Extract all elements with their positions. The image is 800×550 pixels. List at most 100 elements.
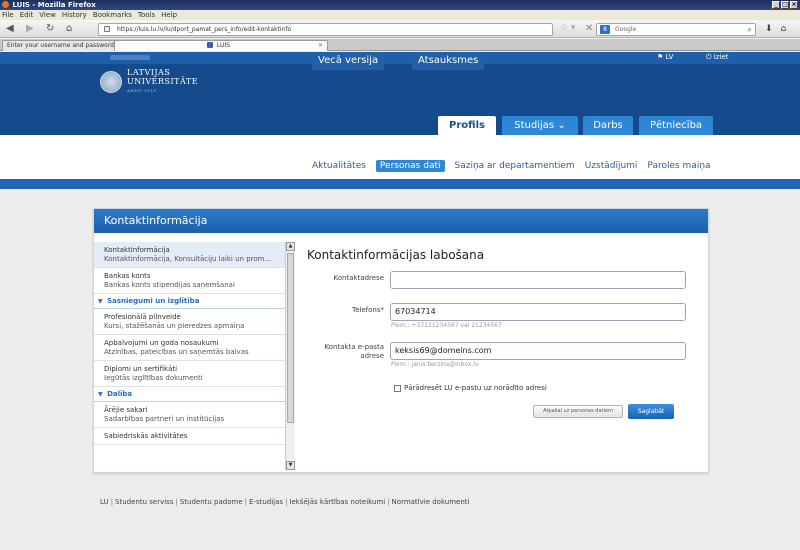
logo-text: LATVIJAS UNIVERSITĀTE ANNO 1919 (127, 68, 198, 95)
download-icon[interactable]: ⬇ (765, 24, 773, 34)
sidebar-item-title: Apbalvojumi un goda nosaukumi (104, 339, 219, 347)
email-field[interactable]: keksis69@domeins.com (390, 342, 686, 360)
sidebar-item-title: Profesionālā pilnveide (104, 313, 181, 321)
sidebar-item-sabiedriskas-aktivitates[interactable]: Sabiedriskās aktivitātes (94, 428, 294, 445)
language-label: LV (665, 53, 674, 61)
url-bar[interactable]: https://luis.lu.lv/lu/dport_pamat_pers_i… (98, 23, 553, 36)
sidebar-item-title: Diplomi un sertifikāti (104, 365, 178, 373)
back-arrow-icon[interactable]: ◀ (6, 23, 14, 34)
university-seal-icon (100, 70, 122, 93)
contact-panel: Kontaktinformācija Kontaktinformācija Ko… (93, 208, 709, 473)
menu-history[interactable]: History (62, 10, 87, 20)
footer-link-normativie[interactable]: Normatīvie dokumenti (392, 498, 470, 506)
close-window-button[interactable]: × (790, 1, 798, 9)
footer-link-e-studijas[interactable]: E-studijas (249, 498, 283, 506)
browser-tab-luis[interactable]: LUIS × (114, 40, 328, 51)
email-label-line2: adrese (360, 352, 384, 360)
subnav-personas-dati[interactable]: Personas dati (375, 160, 445, 172)
navigation-toolbar: ◀ ▶ ↻ ⌂ https://luis.lu.lv/lu/dport_pama… (0, 20, 800, 38)
logo-line2: UNIVERSITĀTE (127, 77, 199, 86)
firefox-icon (2, 1, 9, 8)
sidebar-item-subtitle: Bankas konts stipendijas saņemšanai (104, 281, 235, 289)
sidebar-item-bankas-konts[interactable]: Bankas konts Bankas konts stipendijas sa… (94, 268, 294, 294)
menu-edit[interactable]: Edit (20, 10, 34, 20)
email-hint: Piem.: janis.berzins@inbox.lv (391, 361, 479, 368)
stop-icon[interactable]: ✕ (585, 23, 593, 34)
bookmark-star-icon[interactable]: ☆ ▾ (560, 23, 575, 33)
tab-studijas-label: Studijas (514, 120, 555, 131)
email-label-line1: Kontakta e-pasta (324, 343, 384, 351)
sidebar-item-subtitle: Atzinības, pateicības un saņemtās balvas (104, 348, 249, 356)
tab-petnieciba[interactable]: Pētniecība (639, 116, 713, 135)
maximize-button[interactable]: □ (781, 1, 789, 9)
sidebar-item-subtitle: Sadarbības partneri un institūcijas (104, 415, 225, 423)
sidebar-item-subtitle: Kursi, stažēšanās un pieredzes apmaiņa (104, 322, 245, 330)
scroll-up-icon[interactable]: ▲ (286, 242, 295, 251)
old-version-link[interactable]: Vecā versija (312, 52, 385, 70)
favicon-icon (207, 42, 213, 48)
sidebar-item-apbalvojumi[interactable]: Apbalvojumi un goda nosaukumi Atzinības,… (94, 335, 294, 361)
menu-help[interactable]: Help (161, 10, 177, 20)
sidebar-section-sasniegumi[interactable]: ▼ Sasniegumi un izglītība (94, 294, 294, 309)
footer-links: LU | Studentu serviss | Studentu padome | E… (100, 498, 470, 506)
search-placeholder: Google (615, 26, 637, 33)
feedback-link[interactable]: Atsauksmes (412, 52, 485, 70)
sidebar-item-kontaktinformacija[interactable]: Kontaktinformācija Kontaktinformācija, K… (94, 242, 294, 268)
menu-file[interactable]: File (2, 10, 14, 20)
sidebar-scrollbar[interactable]: ▲ ▼ (285, 242, 295, 470)
sidebar-item-subtitle: Kontaktinformācija, Konsultāciju laiki u… (104, 255, 272, 263)
logo-year: ANNO 1919 (127, 88, 157, 93)
panel-sidebar: Kontaktinformācija Kontaktinformācija, K… (94, 242, 294, 470)
menu-bookmarks[interactable]: Bookmarks (93, 10, 132, 20)
home-icon[interactable]: ⌂ (66, 23, 72, 34)
forward-email-option[interactable]: Pārādresēt LU e-pastu uz norādīto adresi (394, 384, 547, 392)
scroll-thumb[interactable] (287, 253, 294, 423)
menu-tools[interactable]: Tools (138, 10, 155, 20)
menu-view[interactable]: View (39, 10, 56, 20)
window-titlebar: LUIS - Mozilla Firefox _ □ × (0, 0, 800, 10)
logo-line1: LATVIJAS (127, 68, 171, 77)
logout-button[interactable]: ⏻ Iziet (706, 53, 729, 62)
subnav-paroles-maina[interactable]: Paroles maiņa (647, 161, 710, 172)
search-bar[interactable]: 8 Google ⌕ (596, 23, 756, 36)
email-label: Kontakta e-pasta adrese (299, 343, 384, 361)
power-icon: ⏻ (706, 53, 712, 61)
language-selector[interactable]: ⚑ LV (657, 53, 673, 61)
subnav-aktualitates[interactable]: Aktualitātes (312, 161, 366, 172)
footer-link-studentu-padome[interactable]: Studentu padome (180, 498, 243, 506)
sidebar-item-profesionala-pilnveide[interactable]: Profesionālā pilnveide Kursi, stažēšanās… (94, 309, 294, 335)
search-icon[interactable]: ⌕ (748, 24, 752, 35)
triangle-down-icon: ▼ (98, 298, 103, 305)
subnav-sazina[interactable]: Saziņa ar departamentiem (455, 161, 575, 172)
lock-icon (104, 26, 110, 32)
google-icon: 8 (600, 25, 610, 34)
sidebar-section-daliba[interactable]: ▼ Dalība (94, 387, 294, 402)
sub-navigation: Aktualitātes Personas dati Saziņa ar dep… (0, 135, 800, 179)
sidebar-item-arejie-sakari[interactable]: Ārējie sakari Sadarbības partneri un ins… (94, 402, 294, 428)
tab-studijas[interactable]: Studijas ⌄ (502, 116, 578, 135)
footer-link-studentu-serviss[interactable]: Studentu serviss (115, 498, 173, 506)
university-logo[interactable]: LATVIJAS UNIVERSITĀTE ANNO 1919 (100, 68, 198, 95)
phone-field[interactable]: 67034714 (390, 303, 686, 321)
forward-arrow-icon[interactable]: ▶ (26, 23, 34, 34)
window-title: LUIS - Mozilla Firefox (12, 1, 96, 9)
sidebar-item-diplomi[interactable]: Diplomi un sertifikāti Iegūtās izglītība… (94, 361, 294, 387)
subnav-uzstadijumi[interactable]: Uzstādījumi (585, 161, 638, 172)
phone-label: Telefons* (352, 306, 384, 314)
tab-label: Enter your username and password (7, 42, 114, 49)
forward-email-checkbox[interactable] (394, 384, 401, 392)
address-field[interactable] (390, 271, 686, 289)
tab-darbs[interactable]: Darbs (583, 116, 633, 135)
save-button[interactable]: Saglabāt (628, 404, 674, 419)
back-to-personal-data-button[interactable]: Atpakaļ uz personas datiem (533, 405, 623, 418)
home-button-icon[interactable]: ⌂ (781, 24, 787, 34)
reload-icon[interactable]: ↻ (46, 23, 54, 34)
tab-label: LUIS (216, 42, 230, 49)
footer-link-lu[interactable]: LU (100, 498, 109, 506)
footer-link-noteikumi[interactable]: Iekšējās kārtības noteikumi (289, 498, 385, 506)
close-tab-icon[interactable]: × (318, 41, 323, 51)
url-text: https://luis.lu.lv/lu/dport_pamat_pers_i… (117, 26, 292, 33)
tab-profils[interactable]: Profils (438, 116, 496, 135)
scroll-down-icon[interactable]: ▼ (286, 461, 295, 470)
minimize-button[interactable]: _ (772, 1, 780, 9)
